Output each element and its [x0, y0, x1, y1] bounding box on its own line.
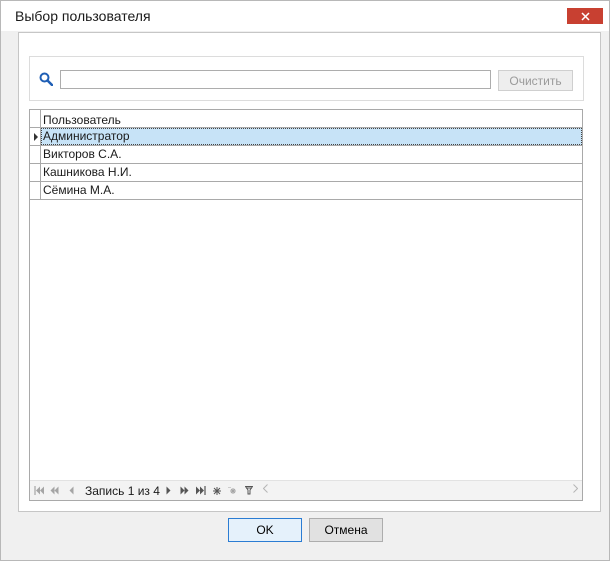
clear-button[interactable]: Очистить: [498, 70, 573, 91]
cancel-button[interactable]: Отмена: [309, 518, 383, 542]
user-cell[interactable]: Кашникова Н.И.: [41, 164, 582, 181]
table-row[interactable]: Кашникова Н.И.: [30, 164, 582, 182]
user-cell[interactable]: Викторов С.А.: [41, 146, 582, 163]
next-page-icon[interactable]: [180, 484, 189, 497]
delete-record-icon[interactable]: [228, 484, 237, 497]
search-icon: [39, 72, 53, 86]
users-grid[interactable]: Пользователь Администратор Викторов С.А.: [29, 109, 583, 501]
current-row-arrow-icon: [34, 133, 38, 141]
filter-icon[interactable]: [245, 484, 253, 497]
search-input[interactable]: [60, 70, 491, 89]
content-panel: Очистить Пользователь Администратор Викт…: [18, 32, 601, 512]
window-title: Выбор пользователя: [15, 8, 151, 24]
prev-page-icon[interactable]: [50, 484, 59, 497]
user-cell[interactable]: Администратор: [41, 128, 582, 145]
grid-rows: Администратор Викторов С.А. Кашникова Н.…: [30, 128, 582, 200]
last-page-icon[interactable]: [196, 484, 206, 497]
close-icon: [580, 11, 590, 21]
table-row[interactable]: Администратор: [30, 128, 582, 146]
close-button[interactable]: [567, 8, 603, 24]
column-header-user[interactable]: Пользователь: [43, 113, 121, 127]
row-indicator: [30, 164, 41, 181]
client-area: Очистить Пользователь Администратор Викт…: [1, 31, 609, 560]
row-indicator: [30, 182, 41, 199]
grid-header: Пользователь: [30, 110, 582, 128]
row-indicator: [30, 128, 41, 145]
grid-navigator: Запись 1 из 4: [30, 480, 582, 500]
search-panel: Очистить: [29, 56, 584, 101]
title-bar[interactable]: Выбор пользователя: [1, 1, 609, 31]
row-indicator: [30, 146, 41, 163]
append-record-icon[interactable]: [213, 484, 221, 497]
prev-record-icon[interactable]: [69, 484, 74, 497]
record-counter: Запись 1 из 4: [85, 484, 160, 498]
scroll-left-icon[interactable]: [262, 484, 268, 496]
table-row[interactable]: Викторов С.А.: [30, 146, 582, 164]
header-indicator: [30, 110, 41, 127]
dialog-window: Выбор пользователя Очистить Пользователь: [0, 0, 610, 561]
ok-button[interactable]: OK: [228, 518, 302, 542]
first-page-icon[interactable]: [34, 484, 44, 497]
table-row[interactable]: Сёмина М.А.: [30, 182, 582, 200]
scroll-right-icon[interactable]: [573, 484, 579, 496]
user-cell[interactable]: Сёмина М.А.: [41, 182, 582, 199]
next-record-icon[interactable]: [166, 484, 171, 497]
